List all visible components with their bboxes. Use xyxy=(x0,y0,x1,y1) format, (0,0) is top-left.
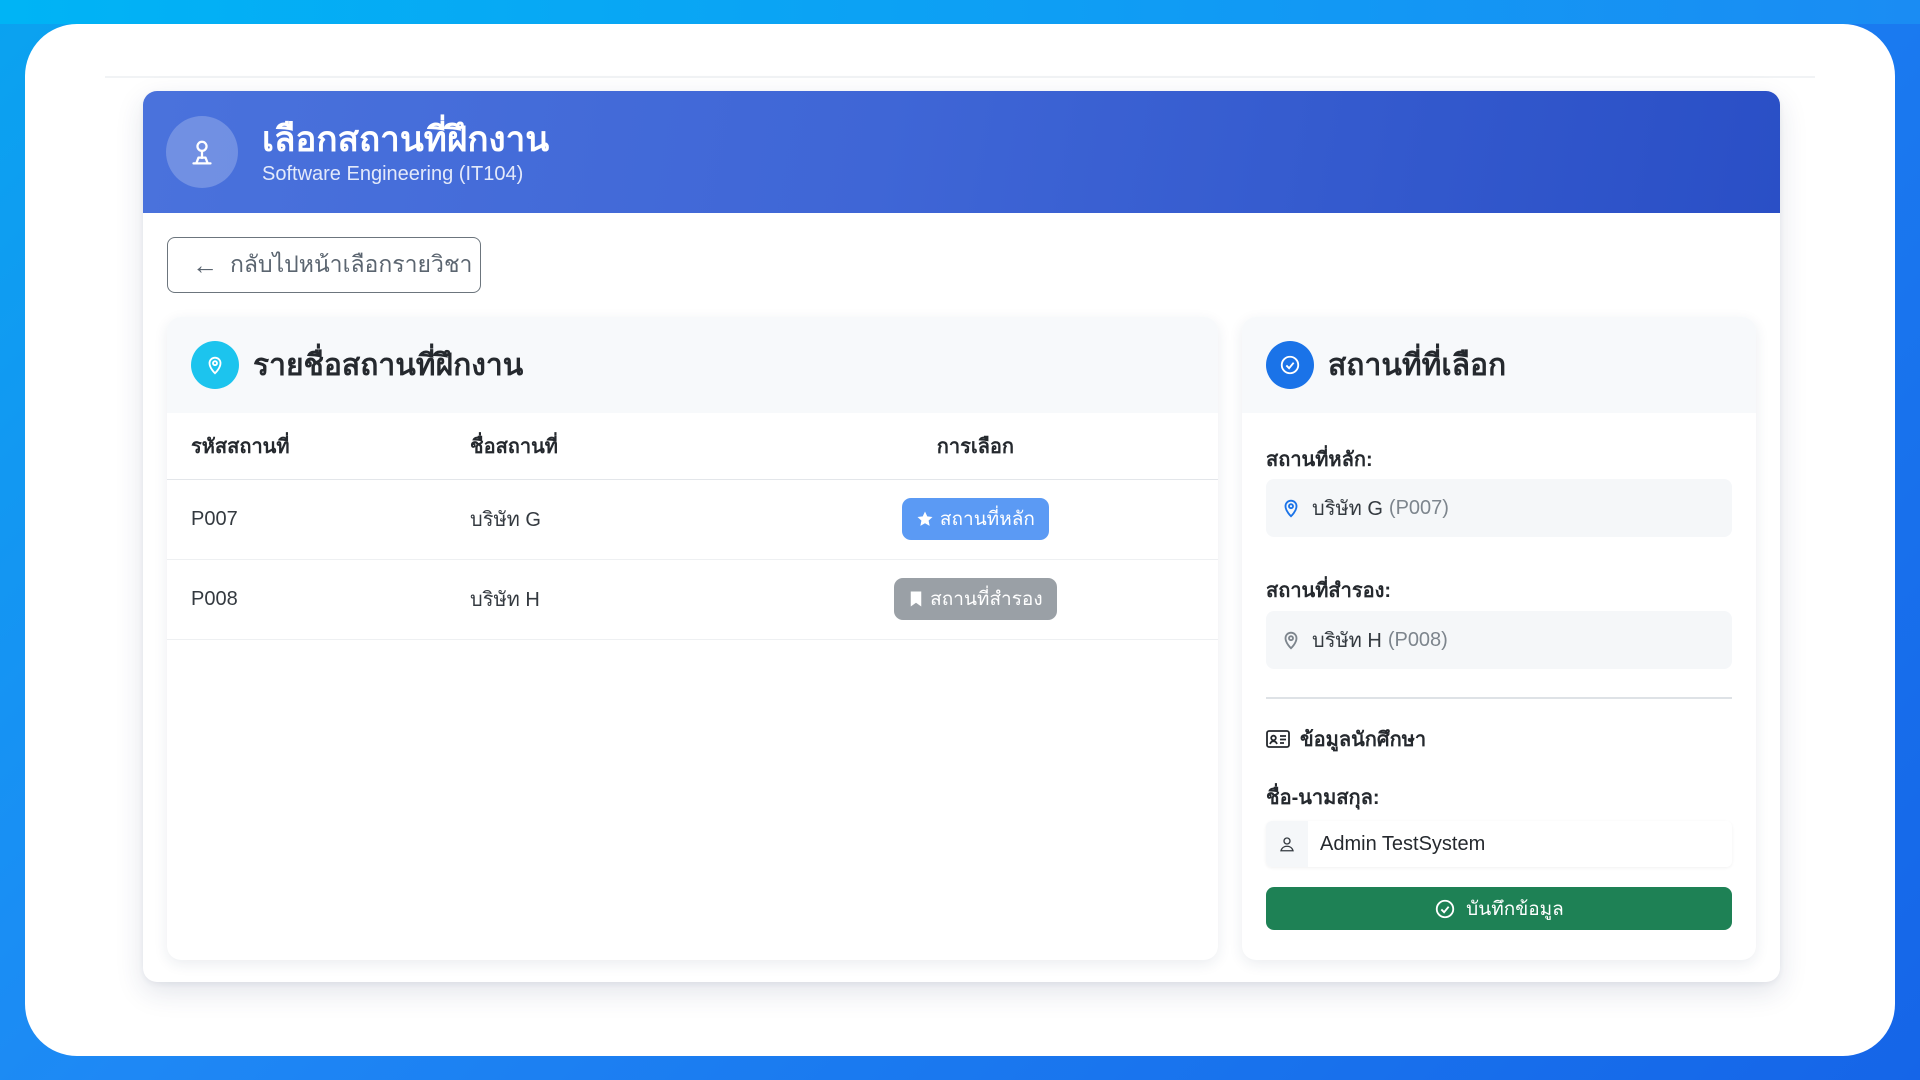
backup-place-badge[interactable]: สถานที่สำรอง xyxy=(894,578,1057,620)
column-header-name: ชื่อสถานที่ xyxy=(470,413,733,480)
back-button[interactable]: ← กลับไปหน้าเลือกรายวิชา xyxy=(167,237,481,293)
place-code: P008 xyxy=(167,559,470,640)
map-pin-icon xyxy=(191,341,239,389)
column-header-choice: การเลือก xyxy=(732,413,1218,480)
selected-panel-header: สถานที่ที่เลือก xyxy=(1242,317,1756,413)
backup-place-name: บริษัท H xyxy=(1312,630,1382,652)
student-info-heading: ข้อมูลนักศึกษา xyxy=(1266,723,1426,755)
section-divider xyxy=(1266,697,1732,699)
places-panel-title: รายชื่อสถานที่ฝึกงาน xyxy=(253,348,524,382)
page-header: เลือกสถานที่ฝึกงาน Software Engineering … xyxy=(143,91,1780,213)
table-row: P008 บริษัท H สถานที่สำรอง xyxy=(167,559,1218,640)
user-location-icon xyxy=(166,116,238,188)
bookmark-icon xyxy=(910,591,922,607)
backup-place-field: บริษัท H (P008) xyxy=(1266,611,1732,669)
main-card: เลือกสถานที่ฝึกงาน Software Engineering … xyxy=(143,91,1780,982)
check-circle-icon xyxy=(1266,341,1314,389)
person-icon xyxy=(1266,821,1308,867)
column-header-code: รหัสสถานที่ xyxy=(167,413,470,480)
student-name-label: ชื่อ-นามสกุล: xyxy=(1266,787,1380,809)
selected-panel-title: สถานที่ที่เลือก xyxy=(1328,348,1507,382)
backup-place-code: (P008) xyxy=(1387,628,1448,651)
page-subtitle: Software Engineering (IT104) xyxy=(262,162,524,185)
arrow-left-icon: ← xyxy=(192,249,218,280)
map-pin-icon xyxy=(1284,631,1298,650)
background-stripe xyxy=(0,0,1920,24)
primary-place-name: บริษัท G xyxy=(1312,498,1383,520)
backup-badge-label: สถานที่สำรอง xyxy=(930,589,1043,610)
star-icon xyxy=(917,511,933,526)
primary-badge-label: สถานที่หลัก xyxy=(939,509,1035,530)
student-name-value: Admin TestSystem xyxy=(1308,821,1732,867)
selected-panel: สถานที่ที่เลือก สถานที่หลัก: บริษัท G (P… xyxy=(1242,317,1756,960)
places-table: รหัสสถานที่ ชื่อสถานที่ การเลือก P007 บร… xyxy=(167,413,1218,640)
check-circle-icon xyxy=(1436,899,1455,918)
primary-place-code: (P007) xyxy=(1388,496,1449,519)
place-code: P007 xyxy=(167,479,470,560)
table-header-row: รหัสสถานที่ ชื่อสถานที่ การเลือก xyxy=(167,413,1218,480)
page-title: เลือกสถานที่ฝึกงาน xyxy=(262,119,550,159)
backup-place-label: สถานที่สำรอง: xyxy=(1266,580,1392,602)
places-panel-header: รายชื่อสถานที่ฝึกงาน xyxy=(167,317,1218,413)
student-info-title: ข้อมูลนักศึกษา xyxy=(1300,729,1427,751)
table-row: P007 บริษัท G สถานที่หลัก xyxy=(167,479,1218,560)
save-button-label: บันทึกข้อมูล xyxy=(1466,898,1564,920)
window-frame: เลือกสถานที่ฝึกงาน Software Engineering … xyxy=(25,24,1895,1056)
primary-place-field: บริษัท G (P007) xyxy=(1266,479,1732,537)
top-divider xyxy=(105,76,1815,78)
back-button-label: กลับไปหน้าเลือกรายวิชา xyxy=(230,251,473,277)
place-name: บริษัท G xyxy=(470,479,733,560)
primary-place-badge[interactable]: สถานที่หลัก xyxy=(901,498,1049,540)
save-button[interactable]: บันทึกข้อมูล xyxy=(1266,887,1732,930)
id-card-icon xyxy=(1266,730,1290,748)
map-pin-icon xyxy=(1284,499,1298,518)
student-name-field: Admin TestSystem xyxy=(1266,821,1732,867)
place-name: บริษัท H xyxy=(470,559,733,640)
primary-place-label: สถานที่หลัก: xyxy=(1266,449,1373,471)
places-panel: รายชื่อสถานที่ฝึกงาน รหัสสถานที่ ชื่อสถา… xyxy=(167,317,1218,960)
